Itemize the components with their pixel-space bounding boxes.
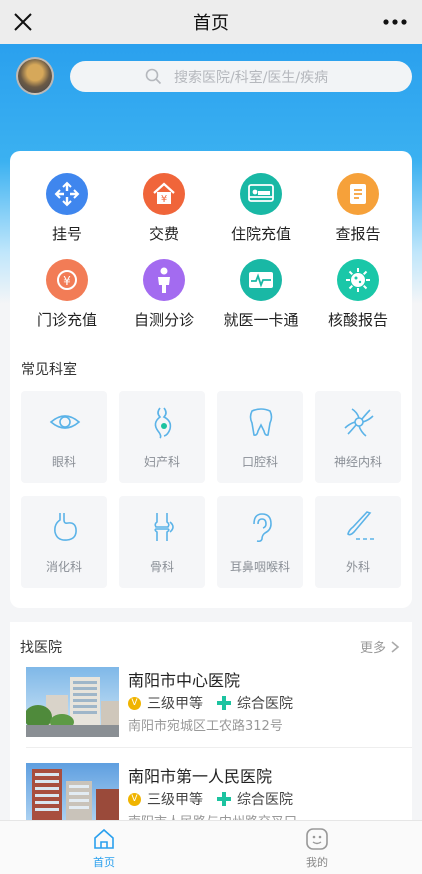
divider	[26, 747, 412, 748]
quick-action-label: 门诊充值	[36, 311, 97, 329]
quick-action-label: 住院充值	[230, 225, 291, 243]
quick-action-outpatient-recharge[interactable]: ¥ 门诊充值	[18, 259, 114, 339]
eye-icon	[49, 415, 81, 429]
hospital-name: 南阳市中心医院	[128, 671, 241, 690]
department-label: 妇产科	[143, 455, 180, 469]
hospital-address: 南阳市宛城区工农路312号	[128, 719, 283, 734]
hospital-type: 综合医院	[237, 792, 293, 808]
section-title-common-departments: 常见科室	[21, 362, 77, 378]
avatar[interactable]	[16, 57, 54, 95]
search-placeholder: 搜索医院/科室/医生/疾病	[174, 70, 329, 86]
section-title-hospitals: 找医院	[20, 640, 62, 656]
department-surgery[interactable]: 外科	[315, 496, 401, 588]
quick-action-label: 核酸报告	[327, 311, 388, 329]
hospital-photo	[26, 667, 119, 737]
hospital-type: 综合医院	[237, 696, 293, 712]
nav-label: 首页	[93, 856, 115, 869]
quick-action-label: 挂号	[51, 225, 82, 243]
scalpel-icon	[347, 511, 374, 540]
department-label: 消化科	[45, 560, 82, 574]
quick-action-label: 自测分诊	[133, 311, 194, 329]
self-triage-icon	[143, 259, 185, 301]
chevron-right-icon	[391, 640, 400, 653]
bottom-nav: 首页 我的	[0, 820, 422, 874]
department-label: 眼科	[51, 455, 76, 469]
svg-text:¥: ¥	[161, 194, 167, 205]
quick-action-medical-card[interactable]: 就医一卡通	[212, 259, 308, 339]
ear-icon	[253, 513, 272, 543]
virus-icon	[337, 259, 379, 301]
quick-action-label: 就医一卡通	[223, 311, 299, 329]
search-input[interactable]: 搜索医院/科室/医生/疾病	[70, 61, 412, 92]
quick-action-register[interactable]: 挂号	[18, 173, 114, 253]
more-label: 更多	[359, 641, 386, 656]
payment-icon: ¥	[143, 173, 185, 215]
department-label: 骨科	[149, 560, 174, 574]
hospital-tags: V 三级甲等 综合医院	[128, 789, 293, 809]
top-bar: 首页	[0, 0, 422, 44]
hospital-panel: 找医院 更多 南阳市中心医院 V 三级甲等 综合医院 南阳市宛城区工农路312号…	[10, 622, 412, 833]
hospital-card[interactable]: 南阳市中心医院 V 三级甲等 综合医院 南阳市宛城区工农路312号	[26, 667, 412, 747]
main-panel: 挂号 ¥ 交费 住院充值 查报告 ¥ 门诊充值 自测分诊 就医一卡通 核酸报告 …	[10, 151, 412, 608]
page-title: 首页	[193, 13, 229, 34]
svg-text:¥: ¥	[63, 274, 71, 288]
stomach-icon	[54, 513, 77, 541]
bone-joint-icon	[154, 513, 174, 541]
more-dots-icon[interactable]	[382, 12, 408, 32]
medical-card-icon	[240, 259, 282, 301]
more-hospitals-link[interactable]: 更多	[360, 637, 400, 656]
register-icon	[46, 173, 88, 215]
outpatient-recharge-icon: ¥	[46, 259, 88, 301]
quick-action-label: 交费	[148, 225, 179, 243]
neuron-icon	[344, 408, 374, 437]
hospital-level: 三级甲等	[147, 792, 203, 808]
level-badge-icon: V	[128, 696, 141, 710]
department-label: 神经内科	[333, 455, 382, 469]
quick-action-nucleic-acid-report[interactable]: 核酸报告	[309, 259, 405, 339]
nav-mine[interactable]: 我的	[277, 827, 357, 870]
department-neurology[interactable]: 神经内科	[315, 391, 401, 483]
face-icon	[306, 828, 328, 850]
department-ophthalmology[interactable]: 眼科	[21, 391, 107, 483]
nav-label: 我的	[306, 856, 328, 869]
pregnancy-icon	[154, 407, 172, 439]
quick-action-report[interactable]: 查报告	[309, 173, 405, 253]
search-icon	[145, 68, 162, 85]
department-label: 耳鼻咽喉科	[229, 560, 290, 574]
quick-action-payment[interactable]: ¥ 交费	[115, 173, 211, 253]
quick-action-self-triage[interactable]: 自测分诊	[115, 259, 211, 339]
hospital-level: 三级甲等	[147, 696, 203, 712]
department-orthopedics[interactable]: 骨科	[119, 496, 205, 588]
department-label: 外科	[345, 560, 370, 574]
department-dental[interactable]: 口腔科	[217, 391, 303, 483]
quick-action-inpatient-recharge[interactable]: 住院充值	[212, 173, 308, 253]
report-icon	[337, 173, 379, 215]
department-obstetrics[interactable]: 妇产科	[119, 391, 205, 483]
medical-cross-icon	[217, 792, 231, 806]
medical-cross-icon	[217, 696, 231, 710]
department-label: 口腔科	[241, 455, 278, 469]
quick-action-label: 查报告	[335, 225, 381, 243]
home-icon	[94, 828, 114, 849]
hospital-tags: V 三级甲等 综合医院	[128, 693, 293, 713]
level-badge-icon: V	[128, 792, 141, 806]
nav-home[interactable]: 首页	[64, 827, 144, 870]
department-gastroenterology[interactable]: 消化科	[21, 496, 107, 588]
department-ent[interactable]: 耳鼻咽喉科	[217, 496, 303, 588]
tooth-icon	[249, 408, 273, 436]
hospital-name: 南阳市第一人民医院	[128, 767, 273, 786]
hospital-bed-icon	[240, 173, 282, 215]
close-icon[interactable]	[10, 9, 36, 35]
